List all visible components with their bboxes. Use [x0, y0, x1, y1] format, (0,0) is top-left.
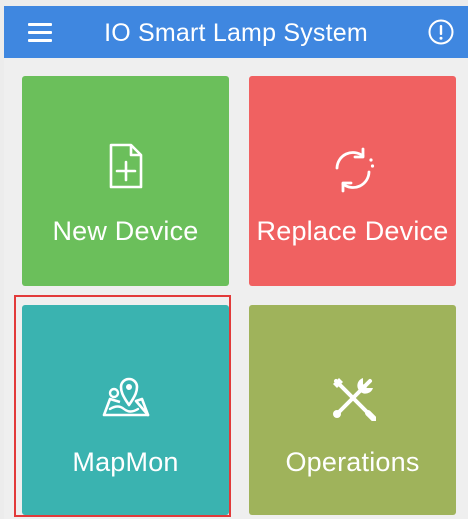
replace-device-label: Replace Device [256, 216, 449, 246]
new-device-label: New Device [52, 216, 199, 246]
sync-icon [329, 146, 377, 199]
replace-device-tile[interactable]: Replace Device [249, 76, 456, 286]
new-file-icon [106, 142, 146, 195]
tools-icon [330, 375, 377, 426]
operations-tile[interactable]: Operations [249, 305, 456, 515]
map-pin-icon [100, 375, 152, 426]
operations-label: Operations [285, 447, 420, 477]
info-circle-icon[interactable] [427, 18, 455, 46]
mapmon-label: MapMon [72, 447, 179, 477]
app-bar: IO Smart Lamp System [4, 6, 468, 58]
app-title: IO Smart Lamp System [104, 19, 368, 47]
mapmon-tile[interactable]: MapMon [22, 305, 229, 515]
new-device-tile[interactable]: New Device [22, 76, 229, 286]
